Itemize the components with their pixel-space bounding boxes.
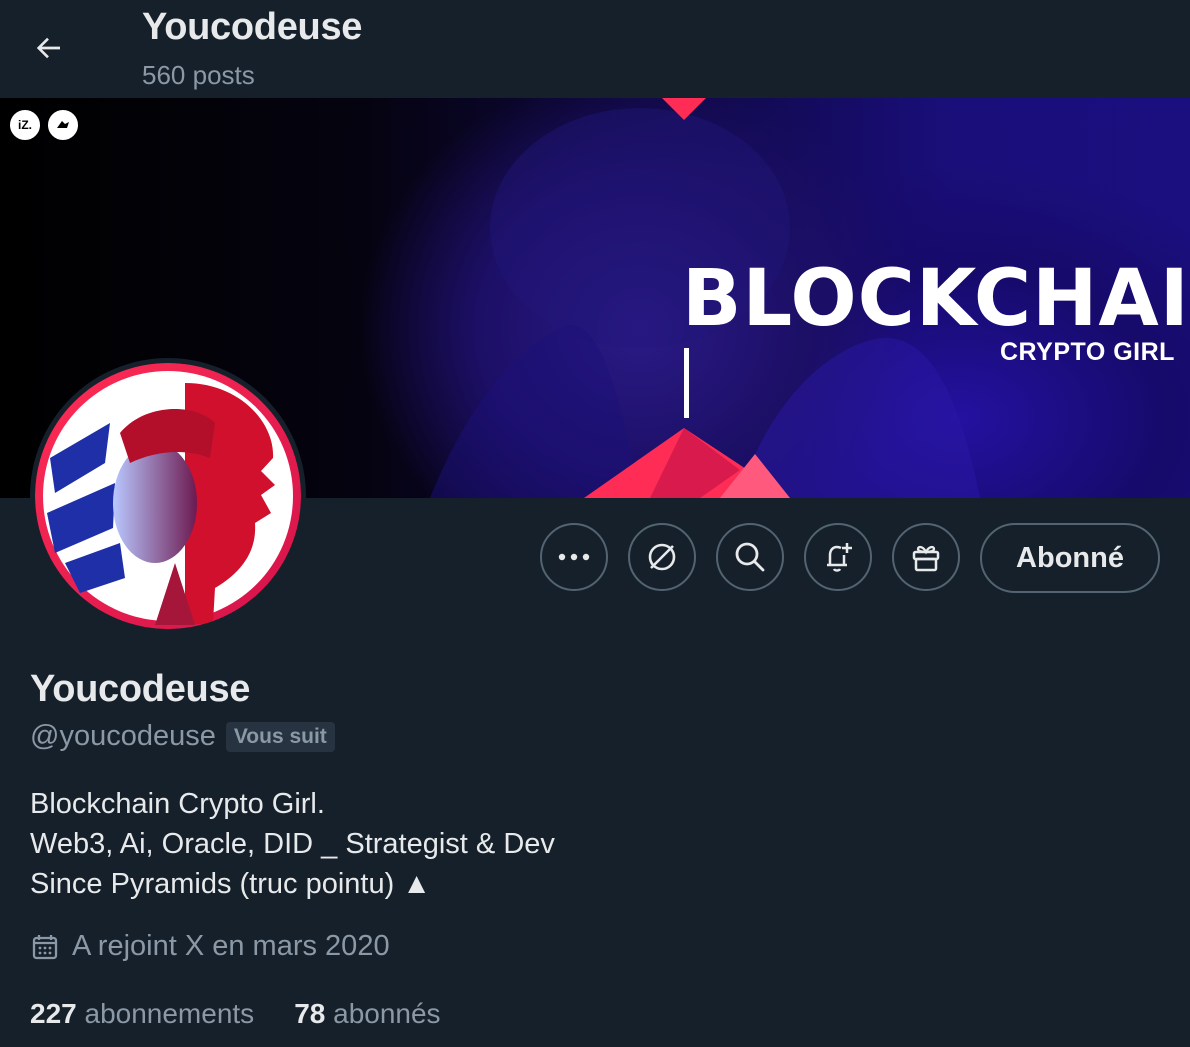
search-profile-button[interactable]	[716, 523, 784, 591]
more-icon	[558, 553, 590, 561]
banner-small-logos: iZ.	[8, 108, 80, 142]
iz-logo: iZ.	[8, 108, 42, 142]
bio-line: Blockchain Crypto Girl.	[30, 788, 325, 820]
profile-name: Youcodeuse	[30, 668, 251, 710]
joined-date: A rejoint X en mars 2020	[72, 930, 390, 962]
search-icon	[735, 542, 765, 572]
followers-count: 78	[294, 998, 326, 1029]
more-button[interactable]	[540, 523, 608, 591]
follow-stats: 227 abonnements 78 abonnés	[30, 998, 441, 1030]
bio-line: Web3, Ai, Oracle, DID _ Strategist & Dev	[30, 828, 555, 860]
profile-handle: @youcodeuse	[30, 720, 216, 752]
notifications-button[interactable]	[804, 523, 872, 591]
profile-bio: Blockchain Crypto Girl. Web3, Ai, Oracle…	[30, 784, 555, 904]
joined-date-row: A rejoint X en mars 2020	[30, 930, 390, 963]
rider-logo	[46, 108, 80, 142]
avatar-frame[interactable]	[30, 358, 306, 634]
following-label: abonnements	[84, 998, 255, 1029]
banner-divider	[684, 348, 689, 418]
page-title: Youcodeuse	[142, 6, 363, 48]
followers-link[interactable]: 78 abonnés	[294, 998, 440, 1030]
banner-brand-word: BLOCKCHAIN	[682, 254, 1190, 344]
grok-icon	[648, 543, 676, 571]
bell-plus-icon	[827, 543, 852, 572]
banner-brand-sub: CRYPTO GIRL	[1000, 338, 1175, 366]
top-bar: Youcodeuse 560 posts	[0, 0, 1190, 98]
follows-you-badge: Vous suit	[225, 721, 335, 752]
gift-button[interactable]	[892, 523, 960, 591]
grok-button[interactable]	[628, 523, 696, 591]
posts-count: 560 posts	[142, 60, 255, 90]
bio-line: Since Pyramids (truc pointu) ▲	[30, 868, 432, 900]
rider-icon	[57, 121, 69, 128]
arrow-left-icon	[36, 37, 60, 59]
following-button[interactable]: Abonné	[980, 523, 1160, 593]
avatar	[35, 363, 301, 629]
back-button[interactable]	[22, 22, 74, 74]
following-count: 227	[30, 998, 77, 1029]
handle-row: @youcodeuse Vous suit	[30, 720, 335, 753]
calendar-icon	[32, 934, 58, 959]
following-link[interactable]: 227 abonnements	[30, 998, 254, 1030]
gift-icon	[912, 545, 940, 572]
followers-label: abonnés	[333, 998, 441, 1029]
